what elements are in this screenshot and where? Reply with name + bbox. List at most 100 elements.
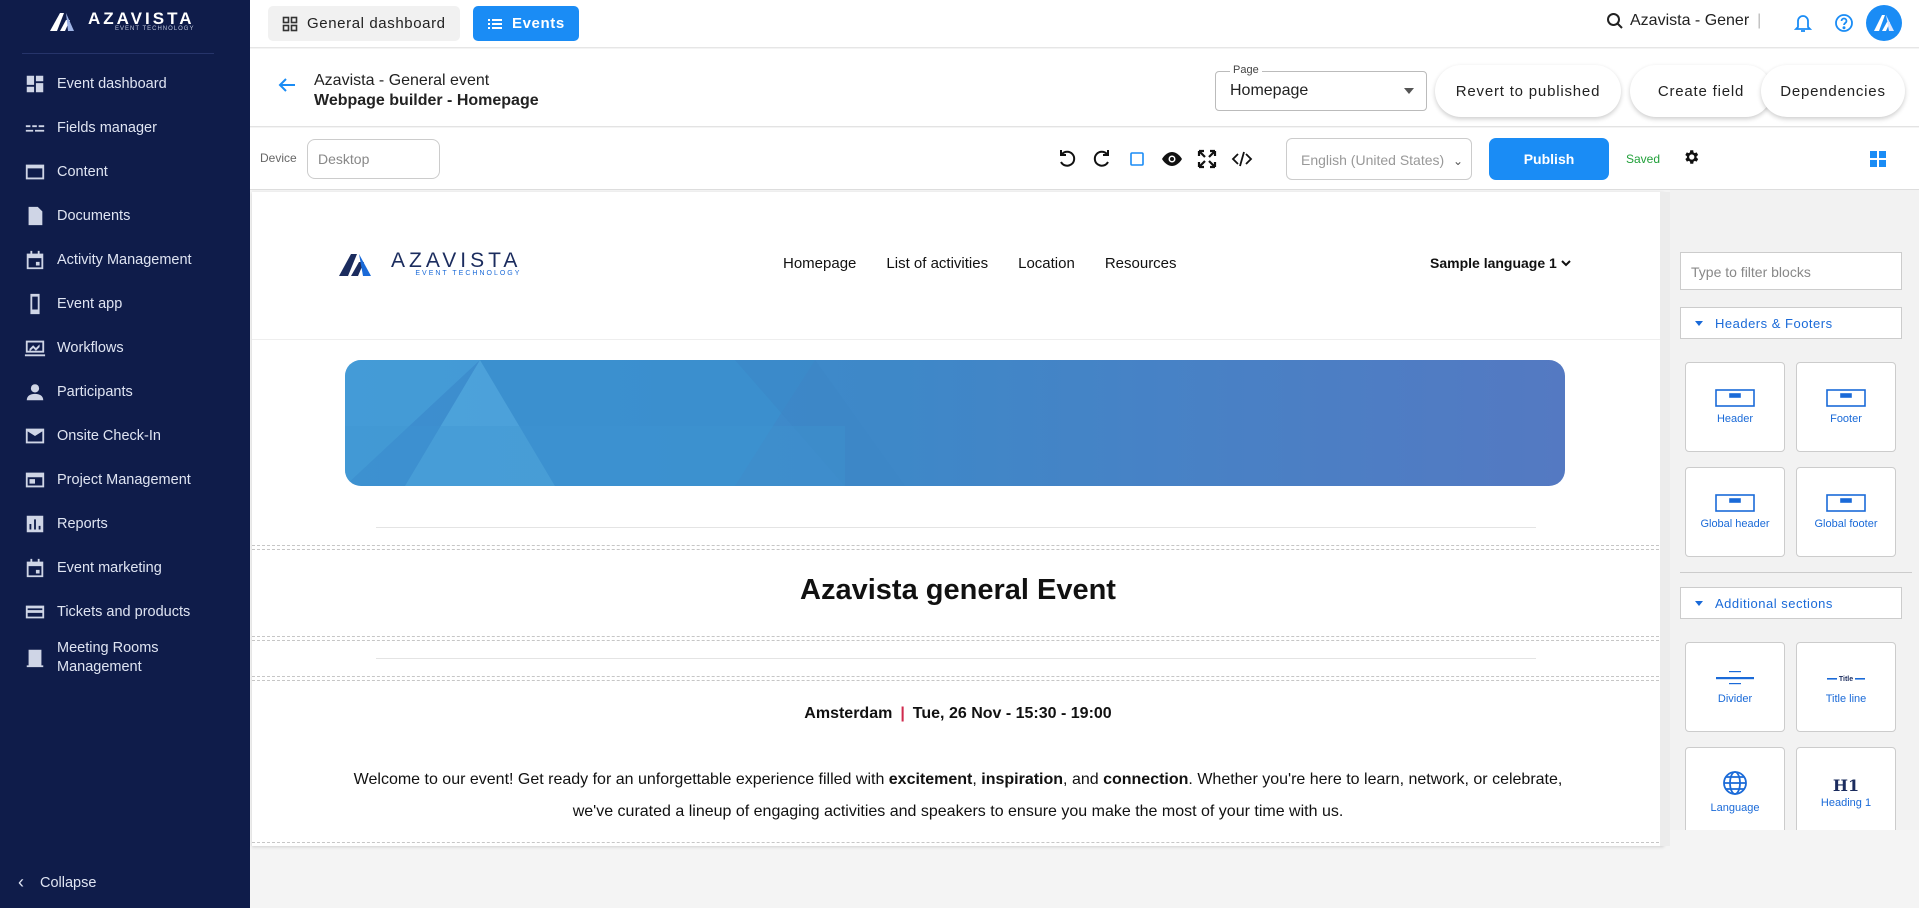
site-menu-item[interactable]: Location [1018,255,1075,272]
create-field-button[interactable]: Create field [1630,65,1772,117]
dependencies-button[interactable]: Dependencies [1761,65,1905,117]
outline-toggle-icon[interactable] [1125,147,1149,171]
language-select-value: English (United States) [1301,152,1445,168]
azavista-logo[interactable]: AZAVISTA EVENT TECHNOLOGY [48,10,194,32]
list-icon [488,18,502,29]
sidebar-item-project-management[interactable]: Project Management [0,458,250,502]
sidebar-item-participants[interactable]: Participants [0,370,250,414]
sidebar-item-event-marketing[interactable]: Event marketing [0,546,250,590]
sidebar-item-label: Participants [57,383,133,400]
revert-to-published-button[interactable]: Revert to published [1435,65,1621,117]
block-heading-1[interactable]: H1 Heading 1 [1796,747,1896,830]
page-title: Webpage builder - Homepage [314,92,539,109]
block-global-footer[interactable]: Global footer [1796,467,1896,557]
site-menu-item[interactable]: Homepage [783,255,856,272]
search-icon [1607,13,1623,29]
current-event-name: Azavista - Gener [1630,12,1750,29]
category-headers-footers[interactable]: Headers & Footers [1680,307,1902,339]
site-menu-item[interactable]: List of activities [886,255,988,272]
sidebar-item-label: Workflows [57,339,124,356]
help-icon[interactable] [1834,13,1854,33]
redo-icon[interactable] [1090,147,1114,171]
sidebar-item-event-dashboard[interactable]: Event dashboard [0,62,250,106]
block-label: Header [1716,413,1754,425]
block-language[interactable]: Language [1685,747,1785,830]
door-icon [26,649,44,668]
site-menu: Homepage List of activities Location Res… [783,255,1177,272]
canvas-scrollbar[interactable] [1660,192,1670,846]
sidebar-item-content[interactable]: Content [0,150,250,194]
welcome-text: Welcome to our event! Get ready for an u… [342,764,1574,828]
blocks-panel: Type to filter blocks Headers & Footers … [1670,190,1919,830]
event-datetime: Tue, 26 Nov - 15:30 - 19:00 [912,705,1112,722]
undo-icon[interactable] [1055,147,1079,171]
grid-dashboard-icon [282,16,298,31]
sidebar-item-documents[interactable]: Documents [0,194,250,238]
sidebar-item-label: Documents [57,207,131,224]
filter-blocks-input[interactable]: Type to filter blocks [1680,252,1902,290]
chevron-down-icon [1561,260,1571,267]
fullscreen-icon[interactable] [1195,147,1219,171]
sidebar-item-label: Reports [57,515,108,532]
blocks-grid-icon[interactable] [1869,150,1887,168]
sidebar-item-onsite-check-in[interactable]: Onsite Check-In [0,414,250,458]
site-language-select[interactable]: Sample language 1 [1430,255,1571,271]
block-divider[interactable]: Divider [1685,642,1785,732]
sidebar-item-reports[interactable]: Reports [0,502,250,546]
welcome-text-part: , [972,771,982,788]
block-header[interactable]: Header [1685,362,1785,452]
sidebar-item-activity-management[interactable]: Activity Management [0,238,250,282]
sidebar-item-label: Meeting Rooms Management [57,640,159,675]
device-input[interactable]: Desktop [307,139,440,179]
page-select[interactable]: Page Homepage [1215,64,1427,111]
sidebar-item-fields-manager[interactable]: Fields manager [0,106,250,150]
category-label: Headers & Footers [1715,315,1833,331]
language-select[interactable]: English (United States) ⌄ [1286,138,1472,180]
event-location-time: Amsterdam | Tue, 26 Nov - 15:30 - 19:00 [252,705,1664,723]
code-icon[interactable] [1230,147,1254,171]
back-arrow-icon[interactable] [278,77,296,93]
project-icon [25,472,45,488]
builder-toolbar: Device Desktop English (United States) ⌄… [250,128,1919,190]
dashboard-icon [26,75,44,93]
block-title-line[interactable]: Title Title line [1796,642,1896,732]
section-boundary [252,842,1664,843]
category-label: Additional sections [1715,595,1833,611]
sidebar-item-event-app[interactable]: Event app [0,282,250,326]
hero-banner [345,360,1565,486]
general-dashboard-button[interactable]: General dashboard [268,6,460,41]
site-header[interactable]: AZAVISTA EVENT TECHNOLOGY Homepage List … [252,192,1664,340]
bell-icon[interactable] [1794,13,1812,33]
avatar[interactable] [1866,5,1902,41]
sidebar-item-meeting-rooms-management[interactable]: Meeting Rooms Management [0,632,250,684]
section-boundary [252,545,1664,546]
reports-icon [26,515,44,533]
sidebar-item-tickets-and-products[interactable]: Tickets and products [0,590,250,634]
block-label: Language [1710,802,1760,814]
calendar-icon [26,558,44,578]
page-select-value: Homepage [1230,82,1309,99]
block-global-header[interactable]: Global header [1685,467,1785,557]
sidebar-item-workflows[interactable]: Workflows [0,326,250,370]
block-footer[interactable]: Footer [1796,362,1896,452]
events-button[interactable]: Events [473,6,579,41]
gear-icon[interactable] [1682,148,1700,166]
sidebar-item-label: Tickets and products [57,603,191,620]
site-menu-item[interactable]: Resources [1105,255,1177,272]
collapse-button[interactable]: ‹ Collapse [18,872,96,893]
caret-down-icon [1695,320,1703,326]
person-icon [26,384,44,401]
sidebar-item-label: Onsite Check-In [57,427,161,444]
sidebar-item-label: Event marketing [57,559,162,576]
site-brand-name: AZAVISTA [391,248,522,272]
sidebar-nav: Event dashboard Fields manager Content D… [0,62,250,684]
sidebar-item-label: Fields manager [57,119,157,136]
publish-button[interactable]: Publish [1489,138,1609,180]
preview-eye-icon[interactable] [1160,147,1184,171]
category-additional-sections[interactable]: Additional sections [1680,587,1902,619]
panel-divider [1680,572,1912,573]
event-name: Azavista - General event [314,72,490,89]
site-logo[interactable]: AZAVISTA EVENT TECHNOLOGY [337,248,521,278]
mail-icon [25,428,45,444]
event-search[interactable]: Azavista - Gener | [1606,12,1761,30]
